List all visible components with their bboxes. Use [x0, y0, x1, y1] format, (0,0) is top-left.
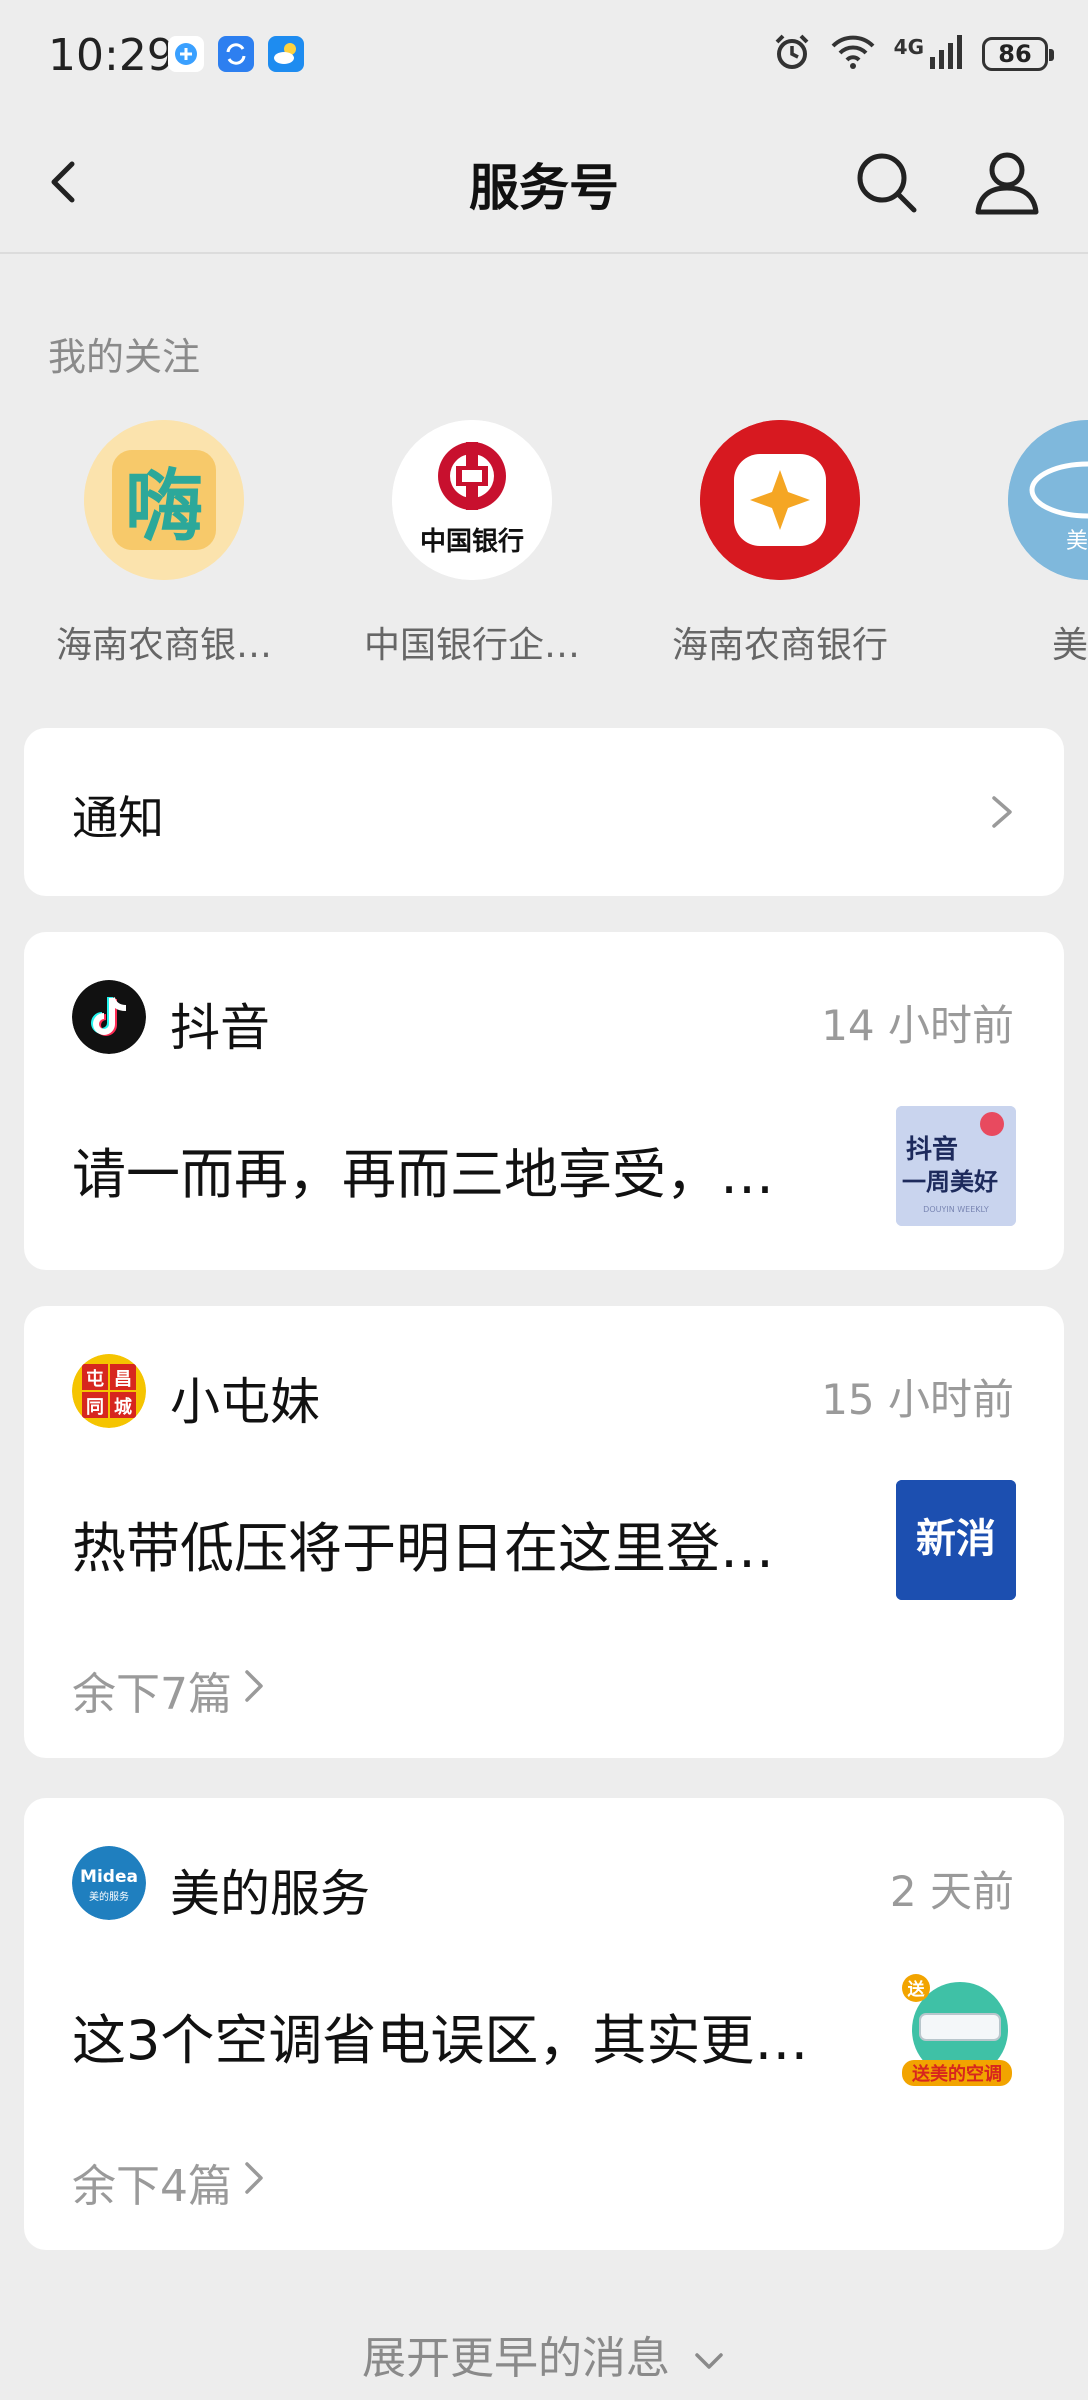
notice-label: 通知: [72, 791, 164, 845]
midea-service-logo-icon: Midea 美的服务: [72, 1846, 146, 1920]
avatar-char: 屯: [86, 1368, 104, 1390]
bank-of-china-logo-text: 中国银行: [420, 526, 524, 557]
battery-icon: 86: [982, 37, 1054, 71]
following-name: 中国银行企…: [363, 625, 580, 666]
more-articles-label: 余下7篇: [72, 1669, 232, 1720]
hainan-bank-hi-logo: 嗨: [84, 420, 244, 580]
message-time: 15 小时前: [821, 1375, 1014, 1424]
hainan-hi-logo-char: 嗨: [125, 462, 203, 552]
account-card[interactable]: Midea 美的服务 美的服务 2 天前 这3个空调省电误区，其实更… 送 送美…: [24, 1798, 1064, 2250]
midea-logo: 美的: [1008, 420, 1088, 580]
article-thumbnail[interactable]: 新消: [896, 1480, 1016, 1600]
article-title[interactable]: 热带低压将于明日在这里登…: [72, 1504, 862, 1583]
following-item[interactable]: 嗨 海南农商银…: [44, 418, 284, 668]
article-title[interactable]: 这3个空调省电误区，其实更…: [72, 1996, 862, 2075]
account-card[interactable]: 抖音 14 小时前 请一而再，再而三地享受，… 抖音 一周美好 DOUYIN W…: [24, 932, 1064, 1270]
app-notification-icon: [168, 36, 204, 72]
expand-earlier-label: 展开更早的消息: [362, 2333, 670, 2384]
hainan-rural-bank-logo: [700, 420, 860, 580]
avatar-char: 昌: [114, 1369, 132, 1390]
chevron-right-icon: [242, 1665, 266, 1716]
more-articles-link[interactable]: 余下7篇: [72, 1658, 266, 1722]
account-name: 抖音: [170, 999, 270, 1057]
chevron-down-icon: [684, 2333, 726, 2384]
page-title: 服务号: [469, 159, 619, 217]
chevron-right-icon: [242, 2157, 266, 2208]
signal-icon: [930, 35, 964, 73]
following-name: 美的: [1051, 625, 1088, 666]
avatar-char: 城: [114, 1396, 132, 1418]
message-time: 2 天前: [889, 1867, 1014, 1916]
thumb-text: 一周美好: [902, 1168, 998, 1196]
article-thumbnail[interactable]: 抖音 一周美好 DOUYIN WEEKLY: [896, 1106, 1016, 1226]
following-name: 海南农商银…: [55, 625, 272, 666]
thumb-text: 新消: [916, 1516, 996, 1562]
status-time: 10:29: [48, 30, 175, 81]
tuncheng-logo-icon: 屯 昌 同 城: [72, 1354, 146, 1428]
following-list: 嗨 海南农商银… 中国银行 中国银行企… 海南农商银行 美 美: [0, 418, 1088, 668]
douyin-logo-icon: [72, 980, 146, 1054]
status-bar: 10:29 4G 86: [0, 0, 1088, 112]
account-name: 小屯妹: [170, 1373, 320, 1431]
thumb-badge: 送: [908, 1979, 926, 2000]
alarm-icon: [772, 32, 812, 76]
thumb-text: 抖音: [906, 1134, 958, 1165]
thumb-caption: DOUYIN WEEKLY: [923, 1205, 989, 1214]
following-item[interactable]: 中国银行 中国银行企…: [352, 418, 592, 668]
avatar-subtext: 美的服务: [89, 1890, 129, 1903]
following-section-title: 我的关注: [48, 335, 201, 379]
network-type: 4G: [893, 35, 924, 59]
account-card[interactable]: 屯 昌 同 城 小屯妹 15 小时前 热带低压将于明日在这里登… 新消 余下7篇: [24, 1306, 1064, 1758]
notice-card[interactable]: 通知: [24, 728, 1064, 896]
more-articles-link[interactable]: 余下4篇: [72, 2150, 266, 2214]
bank-of-china-logo: 中国银行: [392, 420, 552, 580]
status-indicators: 4G 86: [772, 30, 1054, 78]
avatar-text: Midea: [80, 1867, 138, 1887]
expand-earlier-messages[interactable]: 展开更早的消息: [0, 2322, 1088, 2386]
thumb-text: 送美的空调: [911, 2063, 1002, 2085]
midea-logo-text: 美的: [1066, 529, 1088, 554]
account-name: 美的服务: [170, 1865, 370, 1923]
nav-bar: 服务号: [0, 112, 1088, 254]
article-title[interactable]: 请一而再，再而三地享受，…: [72, 1130, 862, 1209]
wifi-icon: [830, 34, 876, 74]
more-articles-label: 余下4篇: [72, 2161, 232, 2212]
following-item[interactable]: 美的 美的: [968, 418, 1088, 668]
following-item[interactable]: 海南农商银行: [660, 418, 900, 668]
following-name: 海南农商银行: [671, 625, 888, 666]
profile-icon[interactable]: [972, 148, 1042, 218]
sync-icon: [218, 36, 254, 72]
weather-icon: [268, 36, 304, 72]
search-icon[interactable]: [852, 148, 922, 218]
avatar-char: 同: [86, 1397, 104, 1418]
message-time: 14 小时前: [821, 1001, 1014, 1050]
chevron-right-icon: [988, 792, 1016, 832]
article-thumbnail[interactable]: 送 送美的空调: [896, 1972, 1016, 2092]
